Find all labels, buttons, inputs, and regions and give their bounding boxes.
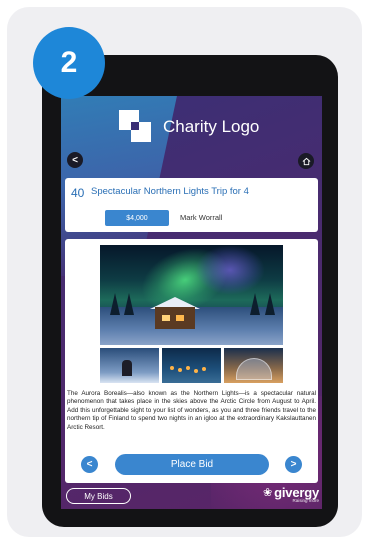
givergy-logo: ❀ givergy Raising more — [253, 485, 319, 503]
previous-lot-button[interactable]: < — [81, 456, 98, 473]
home-icon — [302, 157, 310, 165]
lot-description: The Aurora Borealis—also known as the No… — [67, 390, 316, 431]
thumbnail-photo[interactable] — [224, 348, 283, 383]
chevron-left-icon: < — [72, 154, 78, 166]
lot-detail-panel: The Aurora Borealis—also known as the No… — [65, 239, 318, 483]
thumbnail-photo[interactable] — [162, 348, 221, 383]
place-bid-button[interactable]: Place Bid — [115, 454, 269, 475]
back-button[interactable]: < — [67, 152, 83, 168]
chevron-right-icon: > — [290, 459, 297, 470]
next-lot-button[interactable]: > — [285, 456, 302, 473]
main-lot-photo[interactable] — [100, 245, 283, 345]
current-bid-badge: $4,000 — [105, 210, 169, 226]
home-button[interactable] — [298, 153, 314, 169]
my-bids-button[interactable]: My Bids — [66, 488, 131, 504]
thumbnail-photo[interactable] — [100, 348, 159, 383]
chevron-left-icon: < — [86, 459, 93, 470]
charity-logo: Charity Logo — [119, 106, 259, 148]
lot-title: Spectacular Northern Lights Trip for 4 — [91, 186, 249, 197]
givergy-icon: ❀ — [262, 487, 273, 499]
charity-logo-icon — [119, 110, 153, 144]
brand-tagline: Raising more — [292, 498, 319, 503]
charity-logo-text: Charity Logo — [163, 117, 260, 136]
lot-header: 40 Spectacular Northern Lights Trip for … — [65, 178, 318, 232]
step-badge: 2 — [33, 27, 105, 99]
lot-number: 40 — [71, 186, 85, 200]
top-bidder-name: Mark Worrall — [180, 213, 223, 222]
tablet-screen: Charity Logo < 40 Spectacular Northern L… — [61, 96, 322, 509]
